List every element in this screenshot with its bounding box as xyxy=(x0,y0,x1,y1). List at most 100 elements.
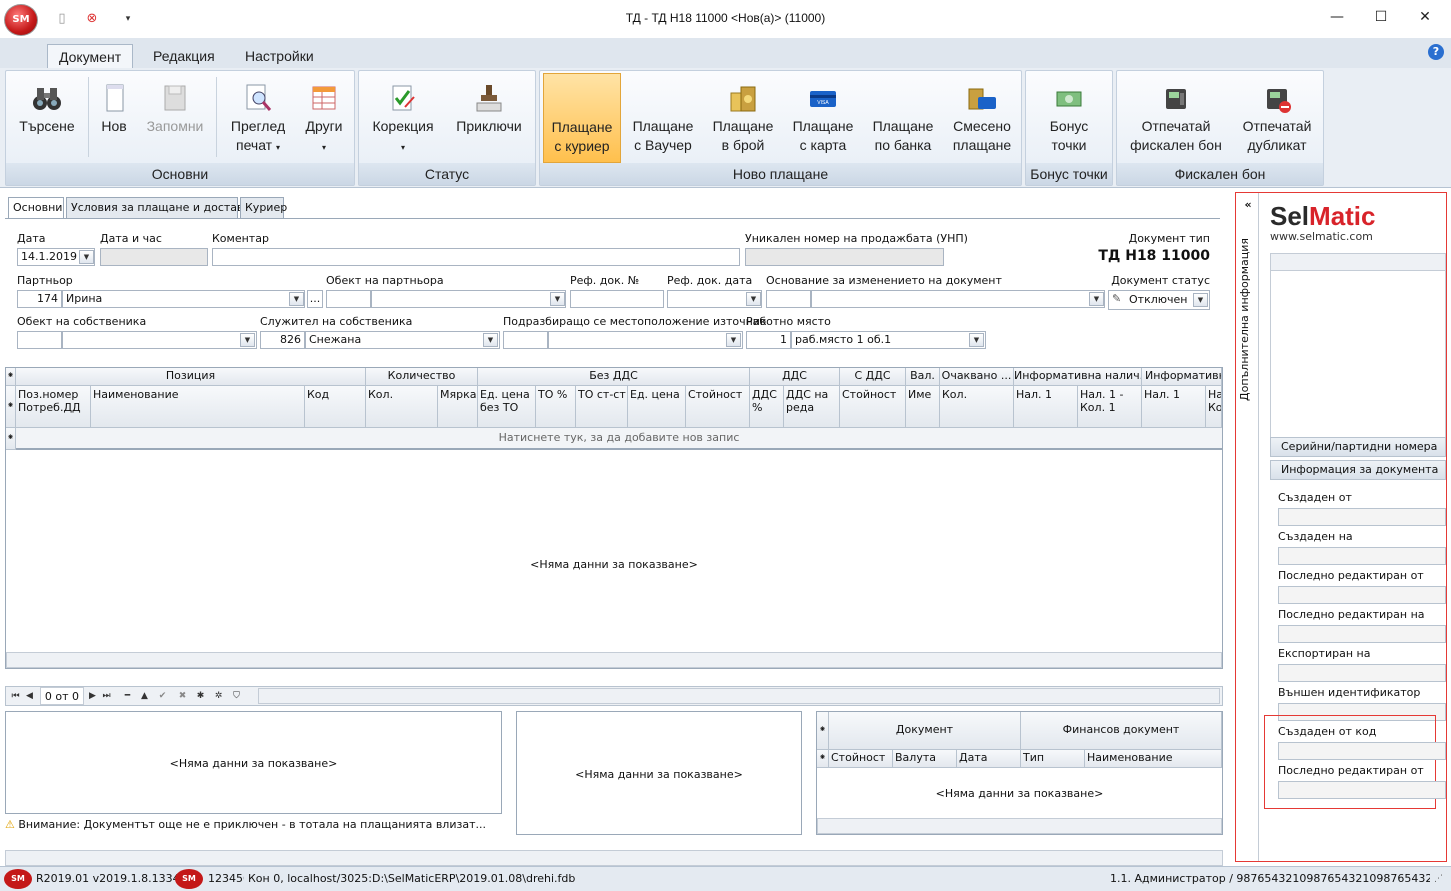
col-avail-1-qty[interactable]: Нал. 1 - Кол. 1 xyxy=(1078,386,1142,428)
serial-numbers-header[interactable]: Серийни/партидни номера xyxy=(1270,437,1446,457)
main-horizontal-scrollbar[interactable] xyxy=(5,850,1223,866)
fin-band-financial[interactable]: Финансов документ xyxy=(1021,712,1222,750)
post-record-icon[interactable]: ✔ xyxy=(156,689,169,703)
minimize-button[interactable]: — xyxy=(1314,4,1360,30)
col-currency-name[interactable]: Име xyxy=(906,386,940,428)
partner-code-field[interactable]: 174 xyxy=(17,290,62,308)
tab-edit[interactable]: Редакция xyxy=(142,44,226,69)
resize-grip-icon[interactable]: ⋰ xyxy=(1434,867,1443,891)
print-fiscal-button[interactable]: Отпечатай фискален бон xyxy=(1121,73,1231,163)
pay-cash-button[interactable]: Плащане в брой xyxy=(704,73,782,163)
col-value-with-vat[interactable]: Стойност xyxy=(840,386,906,428)
date-dropdown-icon[interactable]: ▼ xyxy=(79,250,94,264)
fin-col-value[interactable]: Стойност xyxy=(829,750,893,768)
tab-basic[interactable]: Основни xyxy=(8,197,64,219)
employee-name-field[interactable]: Снежана xyxy=(305,331,500,349)
employee-dropdown-icon[interactable]: ▼ xyxy=(483,333,498,347)
document-info-header[interactable]: Информация за документа xyxy=(1270,460,1446,480)
tab-document[interactable]: Документ xyxy=(47,44,134,69)
workplace-dropdown-icon[interactable]: ▼ xyxy=(969,333,984,347)
col-vat-pct[interactable]: ДДС% xyxy=(750,386,784,428)
bonus-points-button[interactable]: Бонус точки xyxy=(1030,73,1108,163)
col-info-truncated[interactable]: На Ко xyxy=(1206,386,1222,428)
col-vat-row[interactable]: ДДС на реда xyxy=(784,386,840,428)
partner-object-dropdown-icon[interactable]: ▼ xyxy=(550,292,565,306)
band-without-vat[interactable]: Без ДДС xyxy=(478,368,750,386)
location-code-field[interactable] xyxy=(503,331,548,349)
location-field[interactable] xyxy=(548,331,743,349)
col-unit[interactable]: Мярка xyxy=(438,386,478,428)
grid-settings-icon[interactable]: ⁕ xyxy=(6,368,16,386)
col-code[interactable]: Код xyxy=(305,386,366,428)
close-window-button[interactable]: ✕ xyxy=(1402,4,1448,30)
pay-mixed-button[interactable]: Смесено плащане xyxy=(944,73,1020,163)
next-record-icon[interactable]: ▶ xyxy=(86,689,99,703)
col-pos-no[interactable]: Поз.номер Потреб.ДД xyxy=(16,386,91,428)
col-avail-1[interactable]: Нал. 1 xyxy=(1014,386,1078,428)
col-discount-pct[interactable]: ТО % xyxy=(536,386,576,428)
pay-courier-button[interactable]: Плащане с куриер xyxy=(543,73,621,163)
collapse-panel-icon[interactable]: « xyxy=(1239,197,1257,213)
finish-button[interactable]: Приключи xyxy=(449,73,529,163)
pay-voucher-button[interactable]: Плащане с Ваучер xyxy=(624,73,702,163)
col-expected-qty[interactable]: Кол. xyxy=(940,386,1014,428)
help-icon[interactable]: ? xyxy=(1428,44,1444,60)
partner-name-field[interactable]: Ирина xyxy=(62,290,305,308)
filter-icon[interactable]: ⛉ xyxy=(230,689,243,703)
band-expected[interactable]: Очаквано ... xyxy=(940,368,1014,386)
prev-record-icon[interactable]: ◀ xyxy=(23,689,36,703)
doc-status-dropdown-icon[interactable]: ▼ xyxy=(1193,293,1208,307)
band-info[interactable]: Информативна xyxy=(1142,368,1222,386)
record-position[interactable]: 0 от 0 xyxy=(40,687,84,705)
column-chooser-icon[interactable]: ⁕ xyxy=(6,386,16,428)
delete-record-icon[interactable]: ━ xyxy=(121,689,134,703)
navigator-scrollbar[interactable] xyxy=(258,688,1220,704)
partner-browse-button[interactable]: ... xyxy=(307,290,323,308)
change-reason-dropdown-icon[interactable]: ▼ xyxy=(1089,292,1104,306)
tab-settings[interactable]: Настройки xyxy=(234,44,325,69)
tab-courier[interactable]: Куриер xyxy=(240,197,287,219)
owner-object-field[interactable] xyxy=(62,331,257,349)
print-duplicate-button[interactable]: Отпечатай дубликат xyxy=(1233,73,1321,163)
print-preview-button[interactable]: Преглед печат ▾ xyxy=(220,73,296,163)
search-button[interactable]: Търсене xyxy=(10,73,84,163)
edit-record-icon[interactable]: ▲ xyxy=(138,689,151,703)
band-quantity[interactable]: Количество xyxy=(366,368,478,386)
pay-bank-button[interactable]: Плащане по банка xyxy=(864,73,942,163)
col-discount-value[interactable]: ТО ст-ст xyxy=(576,386,628,428)
tab-payment-terms[interactable]: Условия за плащане и доставка xyxy=(66,197,257,219)
workplace-code-field[interactable]: 1 xyxy=(746,331,791,349)
fin-col-currency[interactable]: Валута xyxy=(893,750,957,768)
pay-card-button[interactable]: VISA Плащане с карта xyxy=(784,73,862,163)
partner-object-field[interactable] xyxy=(371,290,566,308)
fin-col-date[interactable]: Дата xyxy=(957,750,1021,768)
fin-scrollbar[interactable] xyxy=(817,818,1222,834)
new-button[interactable]: Нов xyxy=(92,73,136,163)
band-with-vat[interactable]: С ДДС xyxy=(840,368,906,386)
fin-band-document[interactable]: Документ xyxy=(829,712,1021,750)
first-record-icon[interactable]: ⏮ xyxy=(9,689,22,703)
bookmark-icon[interactable]: ✲ xyxy=(212,689,225,703)
col-value[interactable]: Стойност xyxy=(686,386,750,428)
refresh-icon[interactable]: ✱ xyxy=(194,689,207,703)
fin-column-chooser-icon[interactable]: ⁕ xyxy=(817,750,829,768)
cancel-record-icon[interactable]: ✖ xyxy=(176,689,189,703)
partner-dropdown-icon[interactable]: ▼ xyxy=(289,292,304,306)
band-currency[interactable]: Вал. xyxy=(906,368,940,386)
col-unit-price-no-discount[interactable]: Ед. цена без ТО xyxy=(478,386,536,428)
last-record-icon[interactable]: ⏭ xyxy=(100,689,113,703)
save-button[interactable]: Запомни xyxy=(138,73,212,163)
fin-col-name[interactable]: Наименование xyxy=(1085,750,1222,768)
partner-object-code-field[interactable] xyxy=(326,290,371,308)
grid-horizontal-scrollbar[interactable] xyxy=(6,652,1222,668)
change-reason-code-field[interactable] xyxy=(766,290,811,308)
band-position[interactable]: Позиция xyxy=(16,368,366,386)
ref-no-field[interactable] xyxy=(570,290,664,308)
comment-field[interactable] xyxy=(212,248,740,266)
col-qty[interactable]: Кол. xyxy=(366,386,438,428)
fin-grid-settings-icon[interactable]: ⁕ xyxy=(817,712,829,750)
location-dropdown-icon[interactable]: ▼ xyxy=(726,333,741,347)
other-button[interactable]: Други ▾ xyxy=(298,73,350,163)
col-info-avail-1[interactable]: Нал. 1 xyxy=(1142,386,1206,428)
band-info-avail[interactable]: Информативна налич... xyxy=(1014,368,1142,386)
